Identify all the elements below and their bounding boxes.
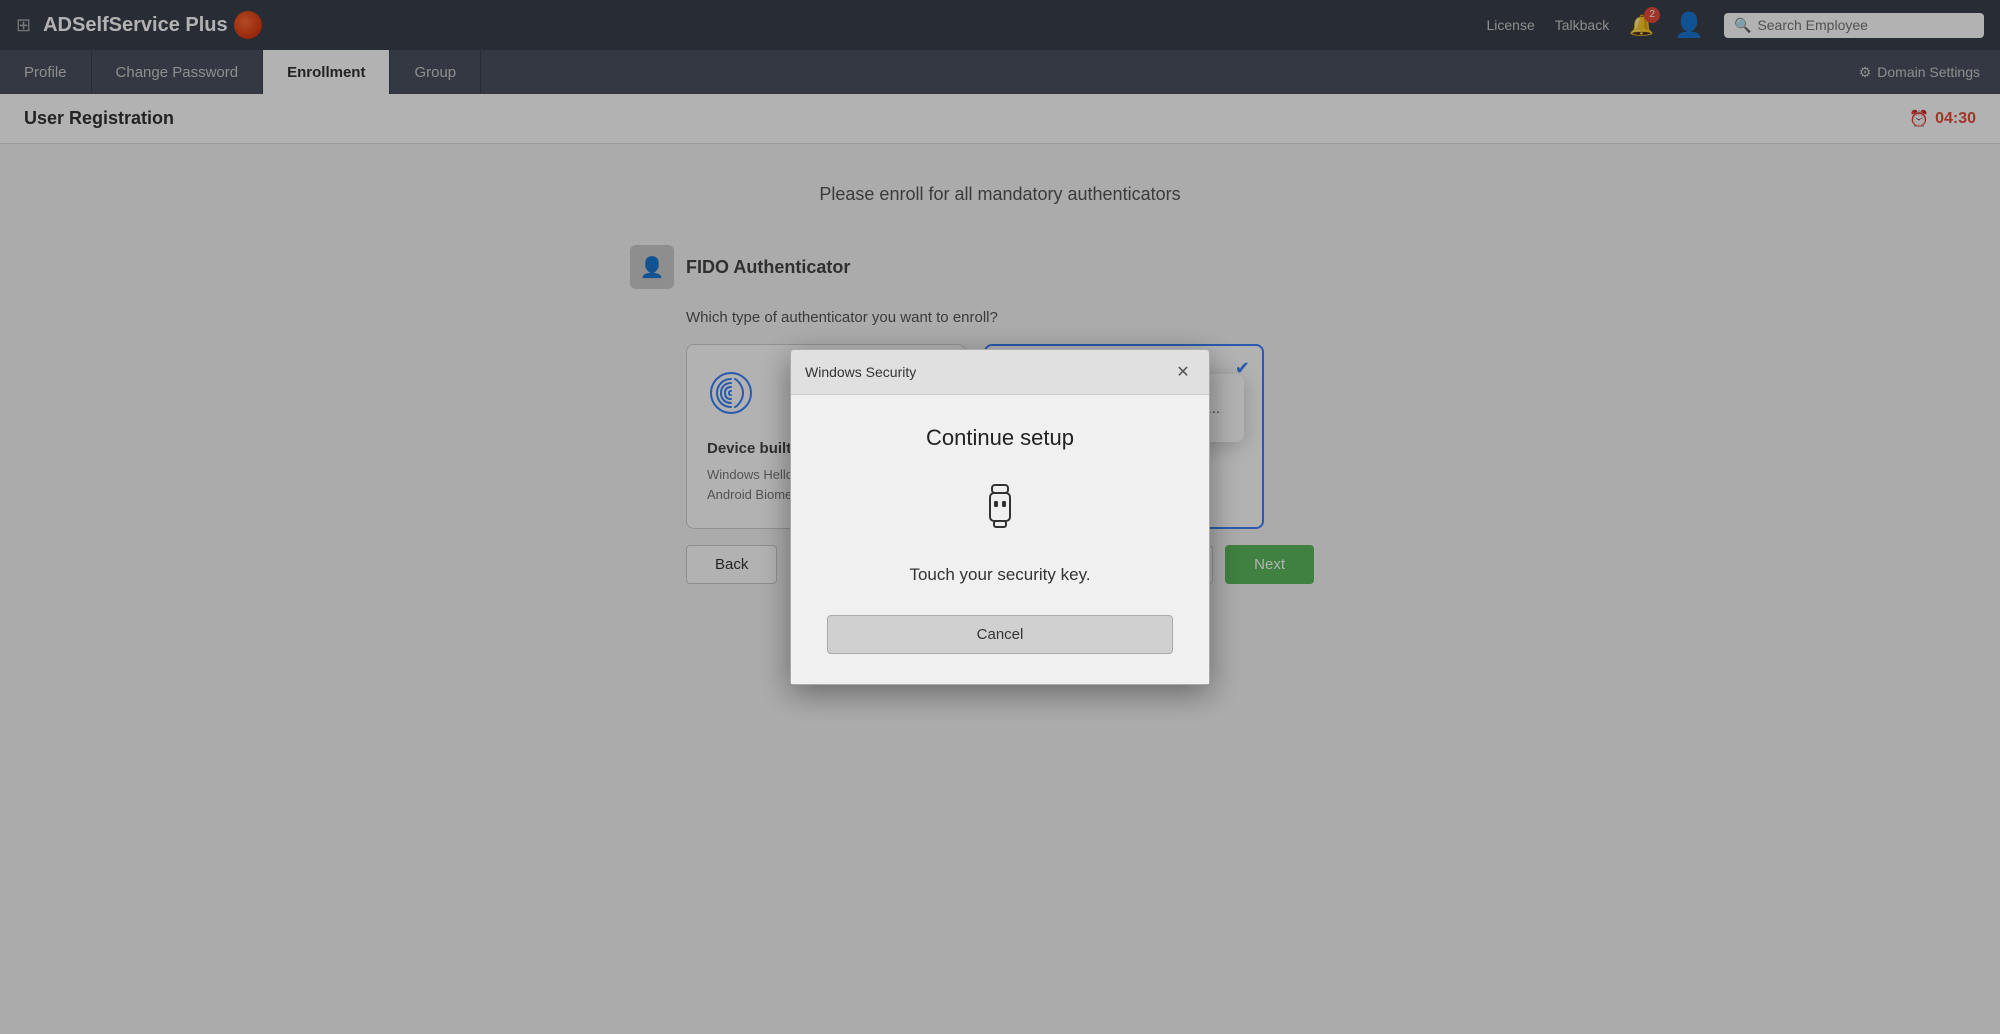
dialog-close-button[interactable]: ✕ — [1171, 360, 1195, 384]
dialog-title-bar: Windows Security ✕ — [791, 350, 1209, 395]
usb-key-icon — [827, 481, 1173, 545]
windows-security-dialog: Windows Security ✕ Continue setup Touch … — [790, 349, 1210, 685]
dialog-heading: Continue setup — [827, 425, 1173, 451]
dialog-title: Windows Security — [805, 364, 916, 380]
dialog-body: Continue setup Touch your security key. … — [791, 395, 1209, 684]
dialog-instruction: Touch your security key. — [827, 565, 1173, 585]
dialog-cancel-button[interactable]: Cancel — [827, 615, 1173, 654]
